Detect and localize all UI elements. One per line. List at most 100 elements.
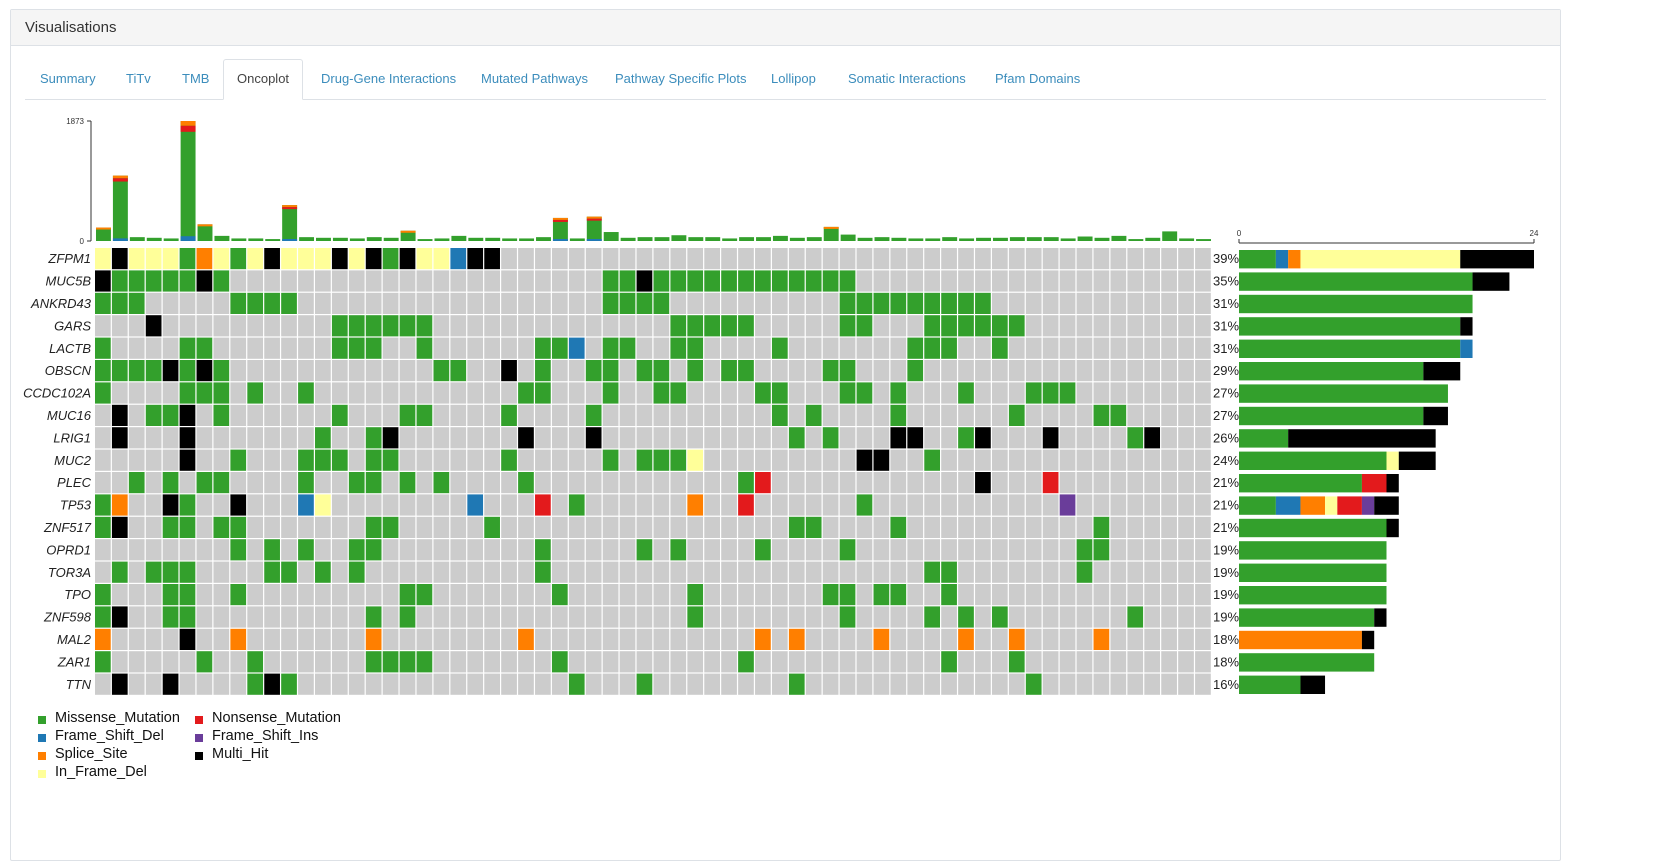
- oncoplot-cell: [128, 270, 145, 292]
- oncoplot-cell: [501, 427, 517, 449]
- oncoplot-cell: [958, 673, 974, 695]
- oncoplot-cell: [535, 539, 551, 561]
- legend-label: Missense_Mutation: [55, 710, 180, 726]
- oncoplot-cell: [873, 539, 890, 561]
- oncoplot-cell: [1093, 628, 1110, 650]
- oncoplot-cell: [213, 360, 230, 382]
- oncoplot-cell: [501, 360, 517, 382]
- oncoplot-cell: [179, 539, 196, 561]
- gene-count-bar: [1239, 518, 1387, 538]
- oncoplot-cell: [771, 539, 788, 561]
- oncoplot-cell: [1110, 539, 1127, 561]
- oncoplot-cell: [1025, 382, 1042, 404]
- oncoplot-cell: [687, 382, 704, 404]
- oncoplot-cell: [856, 494, 873, 516]
- oncoplot-cell: [805, 404, 822, 426]
- oncoplot-cell: [315, 673, 331, 695]
- gene-count-bar: [1239, 653, 1375, 672]
- oncoplot-cell: [501, 628, 517, 650]
- oncoplot-cell: [941, 472, 957, 494]
- oncoplot-cell: [111, 472, 128, 494]
- oncoplot-cell: [1093, 651, 1110, 673]
- oncoplot-cell: [128, 673, 145, 695]
- oncoplot-cell: [1144, 248, 1161, 270]
- oncoplot-cell: [755, 382, 771, 404]
- oncoplot-cell: [467, 472, 484, 494]
- oncoplot-cell: [518, 449, 534, 471]
- oncoplot-cell: [111, 651, 128, 673]
- oncoplot-cell: [1025, 404, 1042, 426]
- oncoplot-cell: [1059, 404, 1076, 426]
- oncoplot-cell: [128, 651, 145, 673]
- oncoplot-cell: [467, 606, 484, 628]
- oncoplot-cell: [619, 360, 636, 382]
- oncoplot-cell: [247, 337, 264, 359]
- oncoplot-cell: [1144, 516, 1161, 538]
- oncoplot-cell: [230, 584, 247, 606]
- oncoplot-cell: [941, 427, 957, 449]
- oncoplot-cell: [179, 651, 196, 673]
- oncoplot-cell: [315, 315, 331, 337]
- oncoplot-cell: [1093, 337, 1110, 359]
- oncoplot-cell: [687, 270, 704, 292]
- oncoplot-cell: [805, 539, 822, 561]
- oncoplot-cell: [298, 360, 314, 382]
- oncoplot-cell: [1008, 673, 1025, 695]
- oncoplot-cell: [365, 404, 382, 426]
- oncoplot-cell: [975, 561, 991, 583]
- tmb-bar: [620, 237, 636, 241]
- oncoplot-cell: [687, 315, 704, 337]
- top-axis-tick-label: 1873: [66, 117, 84, 126]
- legend-label: Frame_Shift_Ins: [212, 728, 319, 744]
- tmb-bar: [519, 238, 535, 241]
- oncoplot-cell: [518, 292, 534, 314]
- oncoplot-cell: [890, 337, 907, 359]
- oncoplot-cell: [467, 539, 484, 561]
- gene-label: ZNF598: [43, 610, 92, 625]
- oncoplot-cell: [822, 472, 839, 494]
- oncoplot-cell: [1161, 270, 1177, 292]
- oncoplot-cell: [805, 248, 822, 270]
- oncoplot-cell: [179, 472, 196, 494]
- oncoplot-cell: [1144, 382, 1161, 404]
- gene-label: ANKRD43: [30, 296, 92, 311]
- oncoplot-cell: [1195, 472, 1211, 494]
- oncoplot-cell: [145, 494, 162, 516]
- oncoplot-cell: [755, 292, 771, 314]
- gene-percentage: 26%: [1213, 430, 1239, 445]
- tmb-bar-segment: [586, 239, 602, 241]
- oncoplot-cell: [1110, 673, 1127, 695]
- oncoplot-cell: [585, 472, 602, 494]
- oncoplot-cell: [1076, 673, 1093, 695]
- tmb-bar: [1094, 237, 1110, 241]
- oncoplot-cell: [348, 382, 365, 404]
- oncoplot-cell: [788, 360, 805, 382]
- oncoplot-cell: [721, 673, 737, 695]
- oncoplot-cell: [856, 449, 873, 471]
- oncoplot-cell: [145, 292, 162, 314]
- oncoplot-cell: [230, 427, 247, 449]
- gene-label: ZNF517: [43, 520, 92, 535]
- oncoplot-cell: [771, 382, 788, 404]
- oncoplot-cell: [636, 270, 653, 292]
- oncoplot-cell: [95, 472, 111, 494]
- oncoplot-cell: [890, 673, 907, 695]
- oncoplot-cell: [264, 427, 280, 449]
- oncoplot-cell: [128, 360, 145, 382]
- oncoplot-cell: [331, 561, 348, 583]
- oncoplot-cell: [365, 360, 382, 382]
- oncoplot-cell: [518, 606, 534, 628]
- oncoplot-cell: [975, 673, 991, 695]
- oncoplot-cell: [856, 315, 873, 337]
- tmb-bar: [756, 237, 771, 241]
- oncoplot-cell: [145, 539, 162, 561]
- tmb-bar-segment: [282, 205, 298, 208]
- oncoplot-cell: [348, 539, 365, 561]
- oncoplot-cell: [1195, 248, 1211, 270]
- gene-percentage: 24%: [1213, 453, 1239, 468]
- oncoplot-cell: [95, 651, 111, 673]
- oncoplot-cell: [348, 651, 365, 673]
- gene-count-bar: [1386, 474, 1399, 493]
- oncoplot-cell: [535, 382, 551, 404]
- tmb-bar: [705, 237, 721, 241]
